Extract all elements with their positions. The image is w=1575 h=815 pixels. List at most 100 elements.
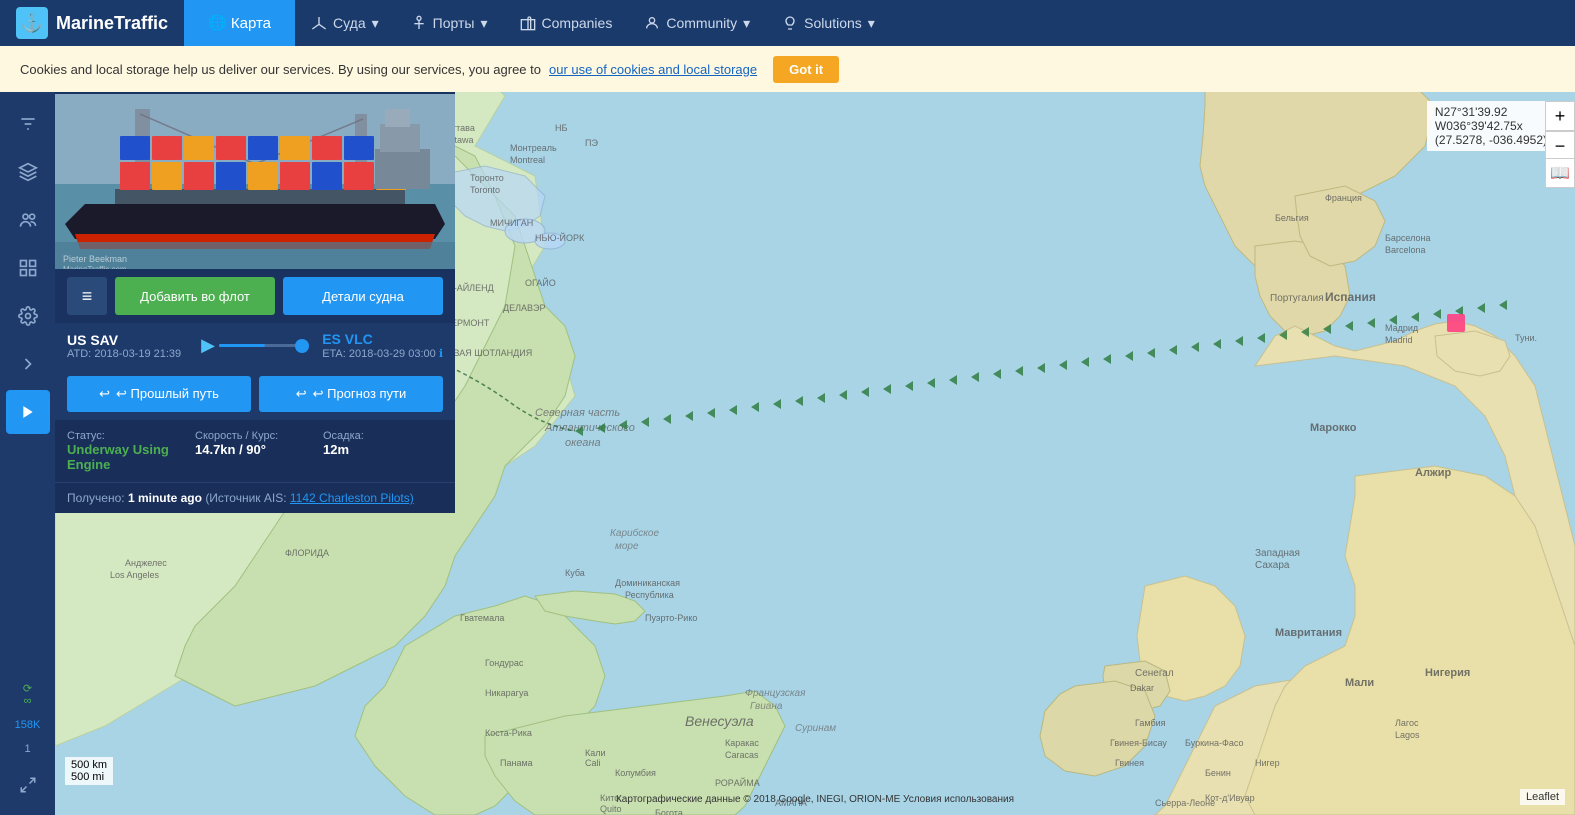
svg-text:НБ: НБ (555, 123, 567, 133)
group-sidebar-button[interactable] (6, 198, 50, 242)
svg-text:Анджелес: Анджелес (125, 558, 167, 568)
svg-text:Мали: Мали (1345, 677, 1374, 689)
map-coordinates: N27°31'39.92 W036°39'42.75х (27.5278, -0… (1427, 101, 1555, 151)
ship-icon (311, 15, 327, 31)
expand-sidebar-button[interactable] (6, 763, 50, 807)
map-zoom-controls: + − (1545, 101, 1575, 161)
zoom-out-button[interactable]: − (1545, 131, 1575, 161)
nav-item-ships[interactable]: Суда ▾ (295, 0, 395, 46)
logo-icon: ⚓ (16, 7, 48, 39)
layers-icon (18, 162, 38, 182)
lightbulb-icon (782, 15, 798, 31)
nav-items: Суда ▾ Порты ▾ Companies Community ▾ Sol… (295, 0, 891, 46)
ais-source-link[interactable]: 1142 Charleston Pilots) (290, 491, 414, 505)
draft-column: Осадка: 12m (323, 430, 443, 472)
svg-text:Гондурас: Гондурас (485, 658, 524, 668)
route-origin-block: US SAV ATD: 2018-03-19 21:39 (67, 332, 181, 360)
details-button[interactable]: Детали судна (283, 277, 443, 315)
svg-text:море: море (615, 541, 639, 552)
filter-sidebar-button[interactable] (6, 102, 50, 146)
play-sidebar-button[interactable] (6, 390, 50, 434)
svg-text:Алжир: Алжир (1415, 467, 1451, 479)
cookie-text: Cookies and local storage help us delive… (20, 62, 541, 77)
got-it-button[interactable]: Got it (773, 56, 839, 83)
ship-status: Статус: Underway Using Engine Скорость /… (55, 420, 455, 482)
slider-fill (219, 344, 265, 347)
svg-text:Сахара: Сахара (1255, 560, 1290, 571)
svg-text:Гамбия: Гамбия (1135, 718, 1166, 728)
svg-text:Бельгия: Бельгия (1275, 213, 1309, 223)
logo: ⚓ MarineTraffic (0, 7, 184, 39)
svg-text:НЬЮ-ЙОРК: НЬЮ-ЙОРК (535, 232, 585, 243)
route-dest-block: ES VLC ETA: 2018-03-29 03:00 ℹ (322, 331, 443, 360)
forecast-button[interactable]: ↩ ↩ Прогноз пути (259, 376, 443, 412)
svg-text:Кали: Кали (585, 748, 606, 758)
sidebar-badge-infinity[interactable]: ⟳ ∞ (6, 678, 50, 711)
infinity-icon: ⟳ (10, 682, 46, 695)
sidebar-bottom: ⟳ ∞ 158K 1 (6, 678, 50, 815)
layers-sidebar-button[interactable] (6, 150, 50, 194)
svg-text:Республика: Республика (625, 590, 674, 600)
sidebar-badge-one[interactable]: 1 (6, 739, 50, 759)
anchor-icon (411, 15, 427, 31)
svg-text:Cali: Cali (585, 758, 601, 768)
group-icon (18, 210, 38, 230)
svg-text:Каракас: Каракас (725, 738, 759, 748)
svg-text:Пуэрто-Рико: Пуэрто-Рико (645, 613, 697, 623)
svg-text:Montreal: Montreal (510, 155, 545, 165)
svg-text:Сенегал: Сенегал (1135, 668, 1174, 679)
settings-sidebar-button[interactable] (6, 294, 50, 338)
svg-text:Гвиана: Гвиана (750, 701, 783, 712)
filter-icon (18, 114, 38, 134)
svg-text:Туни.: Туни. (1515, 333, 1537, 343)
cookie-banner: Cookies and local storage help us delive… (0, 46, 1575, 92)
svg-text:Lagos: Lagos (1395, 730, 1420, 740)
svg-text:Марокко: Марокко (1310, 422, 1357, 434)
route-progress-slider[interactable]: ▶ (193, 335, 310, 356)
cookie-link[interactable]: our use of cookies and local storage (549, 62, 757, 77)
route-sidebar-button[interactable] (6, 342, 50, 386)
svg-text:Caracas: Caracas (725, 750, 759, 760)
nav-item-solutions[interactable]: Solutions ▾ (766, 0, 891, 46)
forecast-icon: ↩ (296, 386, 307, 402)
map-layers-button[interactable]: 📖 (1545, 158, 1575, 188)
svg-text:ФЛОРИДА: ФЛОРИДА (285, 548, 329, 558)
history-button[interactable]: ↩ ↩ Прошлый путь (67, 376, 251, 412)
gear-icon (18, 306, 38, 326)
svg-text:Французская: Французская (745, 688, 806, 699)
eta-info-icon: ℹ (439, 348, 443, 360)
svg-text:Доминиканская: Доминиканская (615, 578, 680, 588)
nav-item-companies[interactable]: Companies (504, 0, 629, 46)
add-fleet-button[interactable]: Добавить во флот (115, 277, 275, 315)
ship-image: Pieter Beekman MarineTraffic.com (55, 94, 455, 269)
svg-text:Нигерия: Нигерия (1425, 667, 1470, 679)
slider-track (219, 344, 302, 347)
grid-sidebar-button[interactable] (6, 246, 50, 290)
map-nav-button[interactable]: 🌐 Карта (184, 0, 295, 46)
leaflet-badge[interactable]: Leaflet (1520, 789, 1565, 805)
community-icon (644, 15, 660, 31)
svg-text:Монтреаль: Монтреаль (510, 143, 557, 153)
svg-text:Куба: Куба (565, 568, 585, 578)
nav-item-ports[interactable]: Порты ▾ (395, 0, 504, 46)
svg-text:ОГАЙО: ОГАЙО (525, 277, 556, 288)
ship-received: Получено: 1 minute ago (Источник AIS: 11… (55, 482, 455, 513)
svg-text:МИЧИГАН: МИЧИГАН (490, 218, 533, 228)
svg-text:Кот-д'Ивуар: Кот-д'Ивуар (1205, 793, 1255, 803)
sidebar-badge-count[interactable]: 158K (6, 715, 50, 735)
svg-text:ПЭ: ПЭ (585, 138, 598, 148)
svg-text:MarineTraffic.com: MarineTraffic.com (63, 265, 127, 269)
svg-text:Гватемала: Гватемала (460, 613, 504, 623)
svg-text:Гвинея-Бисау: Гвинея-Бисау (1110, 738, 1167, 748)
expand-icon (19, 776, 37, 794)
ship-illustration: Pieter Beekman MarineTraffic.com (55, 94, 455, 269)
ship-nav-buttons: ↩ ↩ Прошлый путь ↩ ↩ Прогноз пути (55, 368, 455, 420)
zoom-in-button[interactable]: + (1545, 101, 1575, 131)
menu-button[interactable]: ≡ (67, 277, 107, 315)
svg-text:Мадрид: Мадрид (1385, 323, 1419, 333)
svg-text:Мавритания: Мавритания (1275, 627, 1342, 639)
map-scale: 500 km 500 mi (65, 757, 113, 785)
svg-text:РОPАЙМА: РОPАЙМА (715, 777, 760, 788)
nav-item-community[interactable]: Community ▾ (628, 0, 766, 46)
arrow-left-icon: ▶ (201, 335, 215, 356)
